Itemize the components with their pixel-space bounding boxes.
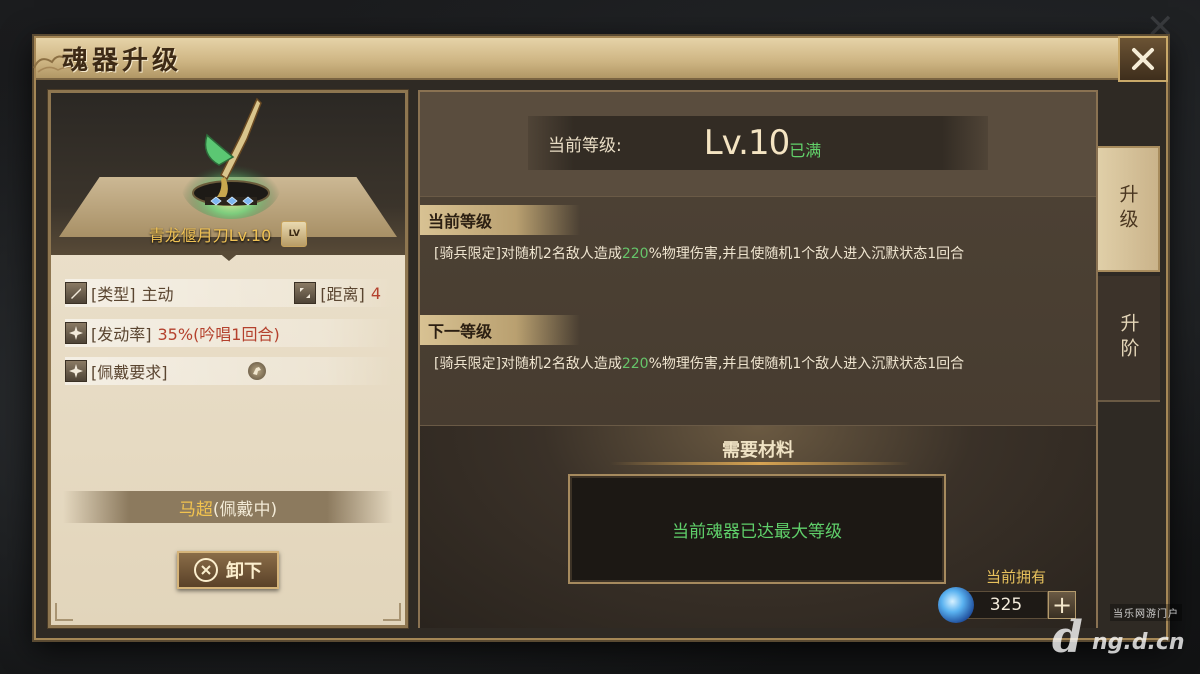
- next-level-description: [骑兵限定]对随机2名敌人造成220%物理伤害,并且使随机1个敌人进入沉默状态1…: [434, 356, 965, 372]
- current-level-description: [骑兵限定]对随机2名敌人造成220%物理伤害,并且使随机1个敌人进入沉默状态1…: [434, 246, 965, 262]
- corner-ornament: [383, 603, 401, 621]
- watermark: 当乐网游门户 d ng.d.cn: [1052, 604, 1185, 666]
- materials-heading: 需要材料: [722, 440, 794, 461]
- max-level-message: 当前魂器已达最大等级: [672, 521, 842, 542]
- owned-label: 当前拥有: [986, 568, 1047, 586]
- soul-flame-icon: [938, 587, 974, 623]
- stat-row-type: [类型] 主动 [距离] 4: [65, 279, 393, 307]
- dialog-title: 魂器升级: [62, 46, 183, 76]
- level-effects-section: 当前等级 [骑兵限定]对随机2名敌人造成220%物理伤害,并且使随机1个敌人进入…: [420, 196, 1096, 426]
- watermark-logo-letter: d: [1052, 612, 1083, 663]
- range-arrows-icon: [294, 282, 317, 304]
- current-level-label: 当前等级:: [548, 135, 622, 156]
- stat-row-requirement: [佩戴要求]: [65, 357, 393, 385]
- type-value: 主动: [141, 285, 174, 304]
- range-value: 4: [370, 283, 381, 303]
- materials-box: 当前魂器已达最大等级: [568, 474, 946, 584]
- corner-ornament: [55, 603, 73, 621]
- close-icon: [1132, 48, 1154, 70]
- burst-icon: [65, 322, 87, 344]
- type-label: [类型]: [91, 285, 136, 304]
- unequip-label: 卸下: [226, 561, 262, 582]
- burst-icon: [65, 360, 87, 382]
- current-level-box: 当前等级: Lv.10 已满: [528, 116, 988, 170]
- requirement-label: [佩戴要求]: [91, 363, 168, 382]
- soul-weapon-upgrade-dialog: 魂器升级 青龙偃月刀Lv.10 LV [类型] 主动 [距离] 4 [发动率] …: [33, 36, 1168, 640]
- upgrade-detail-panel: 当前等级: Lv.10 已满 当前等级 [骑兵限定]对随机2名敌人造成220%物…: [418, 90, 1098, 628]
- level-detail-icon[interactable]: LV: [281, 221, 308, 247]
- watermark-domain: ng.d.cn: [1092, 630, 1185, 655]
- wearer-status: (佩戴中): [212, 499, 278, 520]
- unequip-button[interactable]: 卸下: [177, 551, 279, 589]
- remove-icon: [194, 558, 218, 582]
- trigger-label: [发动率]: [91, 325, 152, 344]
- weapon-name-row: 青龙偃月刀Lv.10 LV: [51, 219, 405, 249]
- heading-glow-divider: [610, 462, 910, 465]
- range-group: [距离] 4: [294, 281, 381, 305]
- tab-advance[interactable]: 升阶: [1098, 276, 1160, 402]
- owned-count: 325: [964, 591, 1048, 619]
- stat-row-trigger: [发动率] 35%(吟唱1回合): [65, 319, 393, 347]
- range-label: [距离]: [320, 285, 365, 304]
- cavalry-icon: [247, 362, 266, 380]
- sword-icon: [65, 282, 87, 304]
- weapon-info-panel: 青龙偃月刀Lv.10 LV [类型] 主动 [距离] 4 [发动率] 35%(吟…: [47, 89, 409, 629]
- weapon-display-stage: 青龙偃月刀Lv.10 LV: [51, 93, 405, 255]
- stage-pointer: [217, 251, 241, 261]
- weapon-glaive-icon: [181, 97, 281, 219]
- tab-upgrade[interactable]: 升级: [1098, 146, 1160, 272]
- wearer-name: 马超: [178, 499, 213, 520]
- materials-section: 需要材料 当前魂器已达最大等级 当前拥有 325 +: [420, 426, 1096, 628]
- close-button[interactable]: [1118, 36, 1168, 82]
- next-level-heading: 下一等级: [420, 315, 580, 345]
- current-level-value: Lv.10: [703, 123, 790, 163]
- wearer-bar: 马超 (佩戴中): [63, 491, 393, 523]
- current-level-heading: 当前等级: [420, 205, 580, 235]
- side-tabs: 升级 升阶: [1098, 146, 1160, 408]
- trigger-value: 35%(吟唱1回合): [157, 325, 280, 344]
- weapon-name: 青龙偃月刀Lv.10: [148, 226, 272, 245]
- title-bar: 魂器升级: [33, 36, 1168, 82]
- max-level-tag: 已满: [789, 141, 822, 160]
- watermark-site-name: 当乐网游门户: [1110, 604, 1182, 621]
